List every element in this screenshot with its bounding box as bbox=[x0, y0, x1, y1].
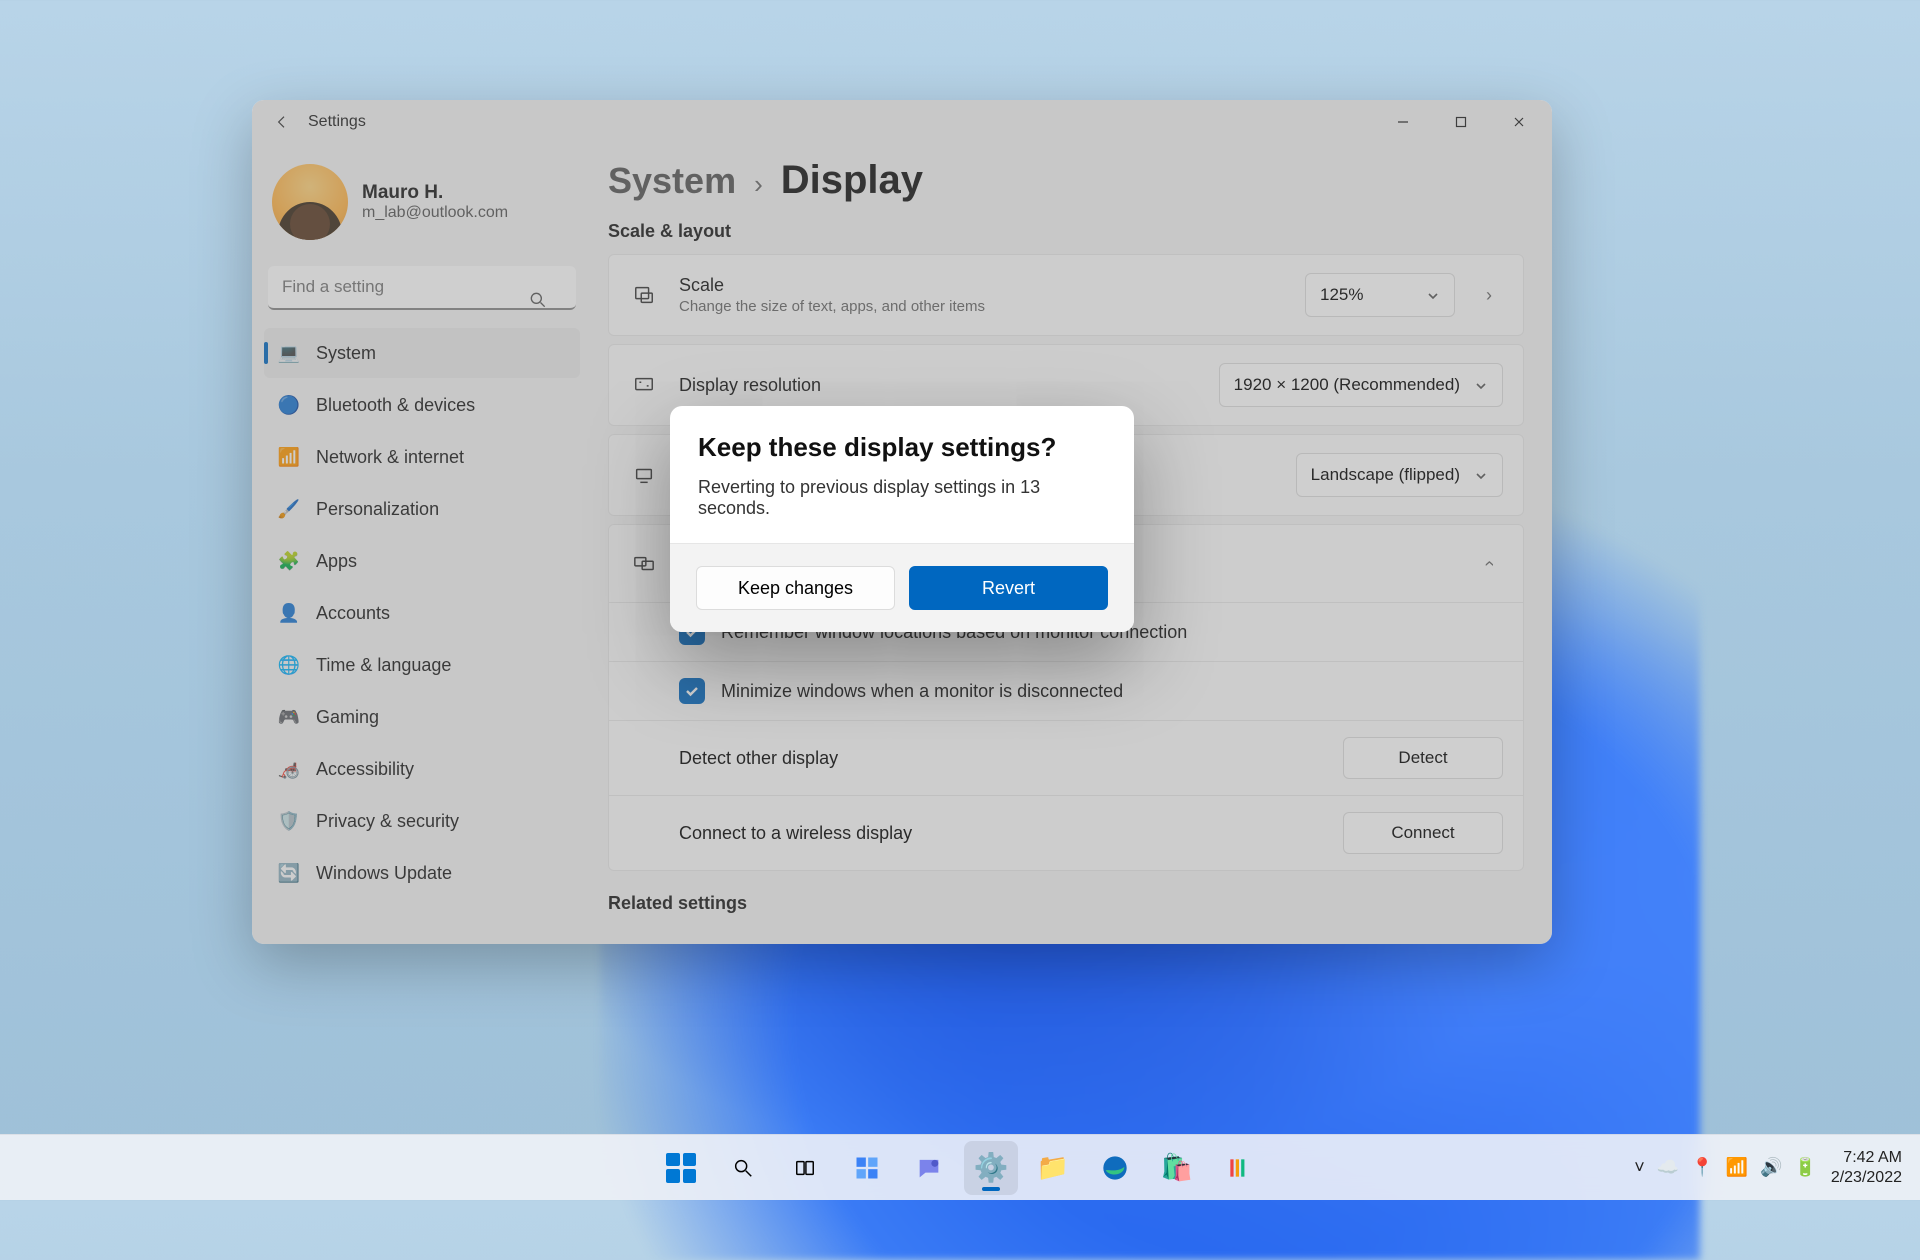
settings-taskbar-button[interactable]: ⚙️ bbox=[964, 1141, 1018, 1195]
volume-icon[interactable]: 🔊 bbox=[1760, 1157, 1782, 1178]
dialog-message: Reverting to previous display settings i… bbox=[698, 477, 1106, 519]
system-tray: ˅ ☁️ 📍 📶 🔊 🔋 7:42 AM 2/23/2022 bbox=[1634, 1148, 1920, 1186]
tray-icons: ˅ ☁️ 📍 📶 🔊 🔋 bbox=[1634, 1157, 1817, 1178]
taskbar-center: ⚙️ 📁 🛍️ bbox=[654, 1141, 1266, 1195]
tray-chevron-up-icon[interactable]: ˅ bbox=[1634, 1157, 1645, 1178]
store-icon: 🛍️ bbox=[1161, 1152, 1193, 1183]
taskbar: ⚙️ 📁 🛍️ ˅ ☁️ 📍 📶 🔊 🔋 7:42 AM 2/23/2022 bbox=[0, 1134, 1920, 1200]
search-icon bbox=[732, 1157, 754, 1179]
windows-logo-icon bbox=[666, 1153, 696, 1183]
clock[interactable]: 7:42 AM 2/23/2022 bbox=[1831, 1148, 1902, 1186]
start-button[interactable] bbox=[654, 1141, 708, 1195]
edge-icon bbox=[1101, 1154, 1129, 1182]
battery-icon[interactable]: 🔋 bbox=[1794, 1157, 1816, 1178]
app-bars-icon bbox=[1226, 1155, 1252, 1181]
store-button[interactable]: 🛍️ bbox=[1150, 1141, 1204, 1195]
wifi-icon[interactable]: 📶 bbox=[1726, 1157, 1748, 1178]
pinned-app-button[interactable] bbox=[1212, 1141, 1266, 1195]
task-view-button[interactable] bbox=[778, 1141, 832, 1195]
keep-changes-button[interactable]: Keep changes bbox=[696, 566, 895, 610]
edge-button[interactable] bbox=[1088, 1141, 1142, 1195]
task-view-icon bbox=[794, 1157, 816, 1179]
clock-time: 7:42 AM bbox=[1831, 1148, 1902, 1167]
dialog-title: Keep these display settings? bbox=[698, 432, 1106, 463]
gear-icon: ⚙️ bbox=[974, 1151, 1009, 1184]
chat-button[interactable] bbox=[902, 1141, 956, 1195]
widgets-button[interactable] bbox=[840, 1141, 894, 1195]
folder-icon: 📁 bbox=[1037, 1152, 1069, 1183]
clock-date: 2/23/2022 bbox=[1831, 1168, 1902, 1187]
revert-button[interactable]: Revert bbox=[909, 566, 1108, 610]
keep-settings-dialog: Keep these display settings? Reverting t… bbox=[670, 406, 1134, 632]
widgets-icon bbox=[853, 1154, 881, 1182]
onedrive-icon[interactable]: ☁️ bbox=[1657, 1157, 1679, 1178]
location-icon[interactable]: 📍 bbox=[1691, 1157, 1713, 1178]
file-explorer-button[interactable]: 📁 bbox=[1026, 1141, 1080, 1195]
chat-icon bbox=[915, 1154, 943, 1182]
search-button[interactable] bbox=[716, 1141, 770, 1195]
